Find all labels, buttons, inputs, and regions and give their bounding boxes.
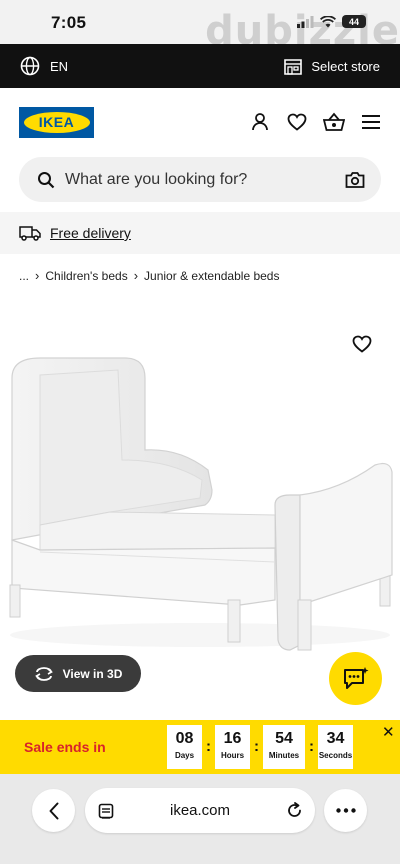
- reload-icon[interactable]: [286, 802, 303, 819]
- status-time: 7:05: [51, 13, 87, 32]
- countdown-separator: :: [309, 738, 314, 755]
- reader-mode-icon[interactable]: [98, 803, 114, 819]
- chevron-left-icon: [49, 802, 58, 819]
- countdown-value: 08: [175, 730, 194, 747]
- select-store-button[interactable]: Select store: [283, 57, 380, 75]
- sale-countdown-banner: Sale ends in 08 Days : 16 Hours : 54 Min…: [0, 720, 400, 774]
- product-image[interactable]: [0, 300, 400, 710]
- basket-icon: [323, 112, 345, 131]
- countdown-value: 16: [223, 730, 242, 747]
- heart-icon: [287, 113, 307, 131]
- sale-label: Sale ends in: [24, 739, 106, 755]
- ikea-logo[interactable]: IKEA: [19, 106, 94, 138]
- search-input[interactable]: What are you looking for?: [65, 171, 345, 189]
- select-store-label: Select store: [311, 58, 380, 74]
- url-text: ikea.com: [169, 802, 231, 819]
- delivery-banner: Free delivery: [0, 212, 400, 254]
- favourites-button[interactable]: [286, 111, 308, 133]
- browser-toolbar: ikea.com: [0, 774, 400, 864]
- wifi-icon: [320, 15, 336, 27]
- status-icons: 44: [297, 15, 366, 28]
- countdown-unit: Seconds: [318, 751, 353, 760]
- back-button[interactable]: [32, 789, 75, 832]
- countdown-timer: 08 Days : 16 Hours : 54 Minutes : 34 Sec…: [167, 725, 353, 769]
- countdown-minutes: 54 Minutes: [263, 725, 305, 769]
- cart-button[interactable]: [323, 111, 345, 133]
- search-bar[interactable]: What are you looking for?: [19, 157, 381, 202]
- heart-icon: [352, 335, 372, 353]
- chat-sparkle-icon: [343, 666, 368, 689]
- breadcrumb-item-childrens-beds[interactable]: Children's beds: [45, 269, 127, 283]
- truck-icon: [19, 226, 41, 241]
- countdown-value: 34: [326, 730, 345, 747]
- free-delivery-link[interactable]: Free delivery: [50, 225, 131, 241]
- breadcrumb-ellipsis[interactable]: ...: [19, 269, 29, 283]
- countdown-seconds: 34 Seconds: [318, 725, 353, 769]
- site-header: IKEA: [0, 88, 400, 156]
- countdown-unit: Days: [174, 751, 195, 760]
- status-bar: dubizzle 7:05 44: [0, 0, 400, 54]
- account-button[interactable]: [249, 111, 271, 133]
- breadcrumb-item-junior-beds[interactable]: Junior & extendable beds: [144, 269, 279, 283]
- close-icon[interactable]: ✕: [382, 723, 395, 741]
- add-to-favourites-button[interactable]: [352, 335, 372, 358]
- battery-icon: 44: [342, 15, 366, 28]
- hamburger-icon: [362, 115, 380, 129]
- signal-icon: [297, 15, 314, 28]
- menu-button[interactable]: [360, 111, 382, 133]
- chevron-right-icon: ›: [35, 268, 40, 283]
- store-icon: [284, 59, 303, 75]
- breadcrumb: ... › Children's beds › Junior & extenda…: [19, 268, 279, 283]
- chat-assistant-button[interactable]: [329, 652, 382, 705]
- countdown-unit: Hours: [220, 751, 245, 760]
- header-actions: [249, 111, 382, 133]
- view-in-3d-label: View in 3D: [62, 666, 123, 681]
- rotate-3d-icon: [34, 666, 53, 681]
- view-in-3d-button[interactable]: View in 3D: [15, 655, 141, 692]
- address-bar[interactable]: ikea.com: [85, 788, 315, 833]
- countdown-days: 08 Days: [167, 725, 202, 769]
- camera-icon[interactable]: [345, 171, 365, 189]
- utility-bar: EN Select store: [0, 44, 400, 88]
- person-icon: [252, 113, 268, 131]
- countdown-unit: Minutes: [268, 751, 300, 760]
- more-options-button[interactable]: [324, 789, 367, 832]
- language-label: EN: [50, 58, 69, 74]
- countdown-separator: :: [254, 738, 259, 755]
- countdown-hours: 16 Hours: [215, 725, 250, 769]
- more-dots-icon: [335, 808, 356, 813]
- chevron-right-icon: ›: [133, 268, 139, 283]
- language-selector[interactable]: EN: [20, 56, 68, 76]
- search-icon: [38, 171, 55, 188]
- countdown-separator: :: [206, 738, 211, 755]
- globe-icon: [20, 56, 40, 76]
- countdown-value: 54: [275, 730, 293, 747]
- logo-text: IKEA: [23, 111, 90, 133]
